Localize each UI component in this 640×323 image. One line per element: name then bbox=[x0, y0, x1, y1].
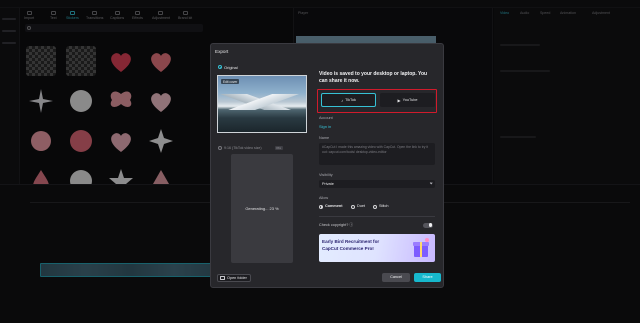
promo-banner[interactable]: Early Bird Recruitment for CapCut Commer… bbox=[319, 234, 435, 262]
visibility-label: Visibility bbox=[319, 173, 333, 177]
banner-line-2: CapCut Commerce Pro! bbox=[322, 246, 374, 251]
open-folder-button[interactable]: Open folder bbox=[217, 274, 251, 282]
video-preview: Edit cover bbox=[217, 75, 307, 133]
banner-line-1: Early Bird Recruitment for bbox=[322, 239, 380, 244]
comment-label: Comment bbox=[325, 204, 343, 209]
preview-mountains bbox=[218, 94, 306, 110]
dialog-title: Export bbox=[215, 49, 229, 54]
divider bbox=[319, 216, 435, 217]
comment-check[interactable] bbox=[319, 204, 323, 209]
allow-options: Comment Duet Stitch bbox=[319, 204, 435, 210]
visibility-value: Private bbox=[322, 181, 334, 186]
name-field[interactable]: #CapCut I made this amazing video with C… bbox=[319, 143, 435, 165]
tiktok-icon: ♪ bbox=[341, 97, 344, 103]
visibility-select[interactable]: Private bbox=[319, 180, 435, 188]
cancel-button[interactable]: Cancel bbox=[382, 273, 410, 282]
tiktok-size-radio[interactable] bbox=[218, 146, 222, 150]
duet-label: Duet bbox=[357, 204, 366, 209]
tiktok-button[interactable]: ♪ TikTok bbox=[321, 93, 376, 107]
export-dialog: Export Original Edit cover 9:16 (TikTok … bbox=[210, 43, 444, 288]
original-label: Original bbox=[224, 65, 238, 70]
allow-label: Allow bbox=[319, 196, 329, 200]
generating-progress-text: Generating... 23 % bbox=[245, 206, 279, 211]
account-label: Account bbox=[319, 116, 333, 120]
duet-check[interactable] bbox=[351, 204, 355, 209]
original-radio[interactable] bbox=[218, 65, 222, 69]
chevron-down-icon bbox=[429, 181, 433, 186]
youtube-icon: ▶ bbox=[397, 97, 401, 103]
gift-icon bbox=[413, 238, 429, 257]
edit-cover-button[interactable]: Edit cover bbox=[221, 79, 240, 84]
saved-message: Video is saved to your desktop or laptop… bbox=[319, 71, 428, 84]
sign-in-link[interactable]: Sign in bbox=[319, 124, 331, 129]
tiktok-size-label: 9:16 (TikTok video size) bbox=[224, 146, 262, 150]
stitch-label: Stitch bbox=[379, 204, 389, 209]
copyright-toggle[interactable] bbox=[423, 222, 433, 228]
folder-icon bbox=[220, 276, 225, 280]
pro-badge: Pro bbox=[275, 145, 283, 150]
generating-preview: Generating... 23 % bbox=[231, 154, 293, 263]
share-button[interactable]: Share bbox=[414, 273, 441, 282]
youtube-button[interactable]: ▶ YouTube bbox=[380, 93, 435, 107]
name-label: Name bbox=[319, 136, 330, 140]
copyright-label: Check copyright? ⓘ bbox=[319, 223, 354, 227]
stitch-check[interactable] bbox=[373, 204, 377, 209]
share-column: Video is saved to your desktop or laptop… bbox=[317, 44, 441, 284]
